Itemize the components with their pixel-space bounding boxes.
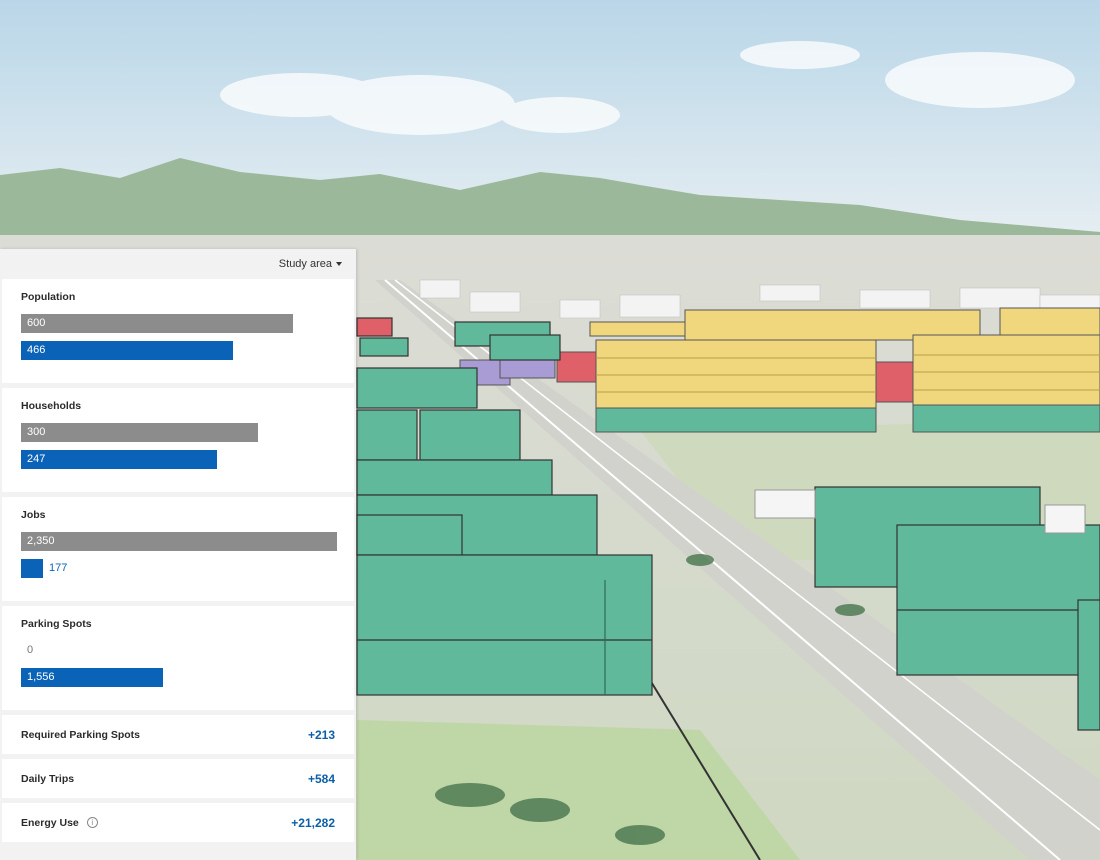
study-area-dropdown[interactable]: Study area xyxy=(279,258,342,270)
scenario-bar-row: 466 xyxy=(21,341,335,360)
stat-value: +21,282 xyxy=(291,815,335,830)
scenario-value: 247 xyxy=(27,453,46,465)
stat-list: Required Parking Spots +213 Daily Trips +58… xyxy=(0,715,356,842)
metric-title: Parking Spots xyxy=(21,618,92,630)
baseline-bar-row: 300 xyxy=(21,423,335,442)
yellow-buildings xyxy=(556,307,1100,433)
baseline-value: 0 xyxy=(27,644,34,656)
stat-label: Daily Trips xyxy=(21,772,75,785)
scenario-value: 466 xyxy=(27,344,46,356)
metric-title: Jobs xyxy=(21,509,46,521)
metric-card: Population 600 466 xyxy=(2,279,354,383)
stat-label-group: Daily Trips xyxy=(21,773,74,785)
metric-card: Jobs 2,350 177 xyxy=(2,497,354,601)
baseline-bar-row: 0 xyxy=(21,641,335,660)
metric-card: Households 300 247 xyxy=(2,388,354,492)
baseline-value: 600 xyxy=(27,317,46,329)
caret-down-icon xyxy=(336,262,342,266)
metric-title: Population xyxy=(21,291,76,303)
stat-label-group: Energy Use i xyxy=(21,817,98,829)
panel-header: Study area xyxy=(0,249,356,279)
baseline-value: 300 xyxy=(27,426,46,438)
scenario-value: 1,556 xyxy=(27,671,55,683)
stat-row: Required Parking Spots +213 xyxy=(2,715,354,754)
stat-row: Energy Use i +21,282 xyxy=(2,803,354,842)
baseline-value: 2,350 xyxy=(27,535,55,547)
baseline-bar xyxy=(21,532,337,551)
baseline-bar xyxy=(21,314,293,333)
study-area-label: Study area xyxy=(278,258,332,270)
metric-title: Households xyxy=(21,400,82,412)
scenario-bar-row: 1,556 xyxy=(21,668,335,687)
baseline-bar-row: 600 xyxy=(21,314,335,333)
scenario-bar-row: 177 xyxy=(21,559,335,578)
scenario-value: 177 xyxy=(49,562,68,574)
stat-label-group: Required Parking Spots xyxy=(21,729,140,741)
scenario-bar xyxy=(21,559,43,578)
baseline-bar xyxy=(21,423,258,442)
scenario-dashboard-panel: Study area Population 600 466 Households 300… xyxy=(0,249,356,860)
stat-label: Required Parking Spots xyxy=(21,728,141,741)
scenario-bar-row: 247 xyxy=(21,450,335,469)
metric-card: Parking Spots 0 1,556 xyxy=(2,606,354,710)
stat-value: +584 xyxy=(307,771,335,786)
stat-value: +213 xyxy=(307,727,335,742)
metric-list: Population 600 466 Households 300 247 Jobs 2,35… xyxy=(0,279,356,710)
scenario-bar xyxy=(21,450,217,469)
scenario-bar xyxy=(21,341,233,360)
stat-row: Daily Trips +584 xyxy=(2,759,354,798)
stat-label: Energy Use xyxy=(21,816,79,829)
baseline-bar-row: 2,350 xyxy=(21,532,337,551)
info-icon[interactable]: i xyxy=(86,817,98,828)
